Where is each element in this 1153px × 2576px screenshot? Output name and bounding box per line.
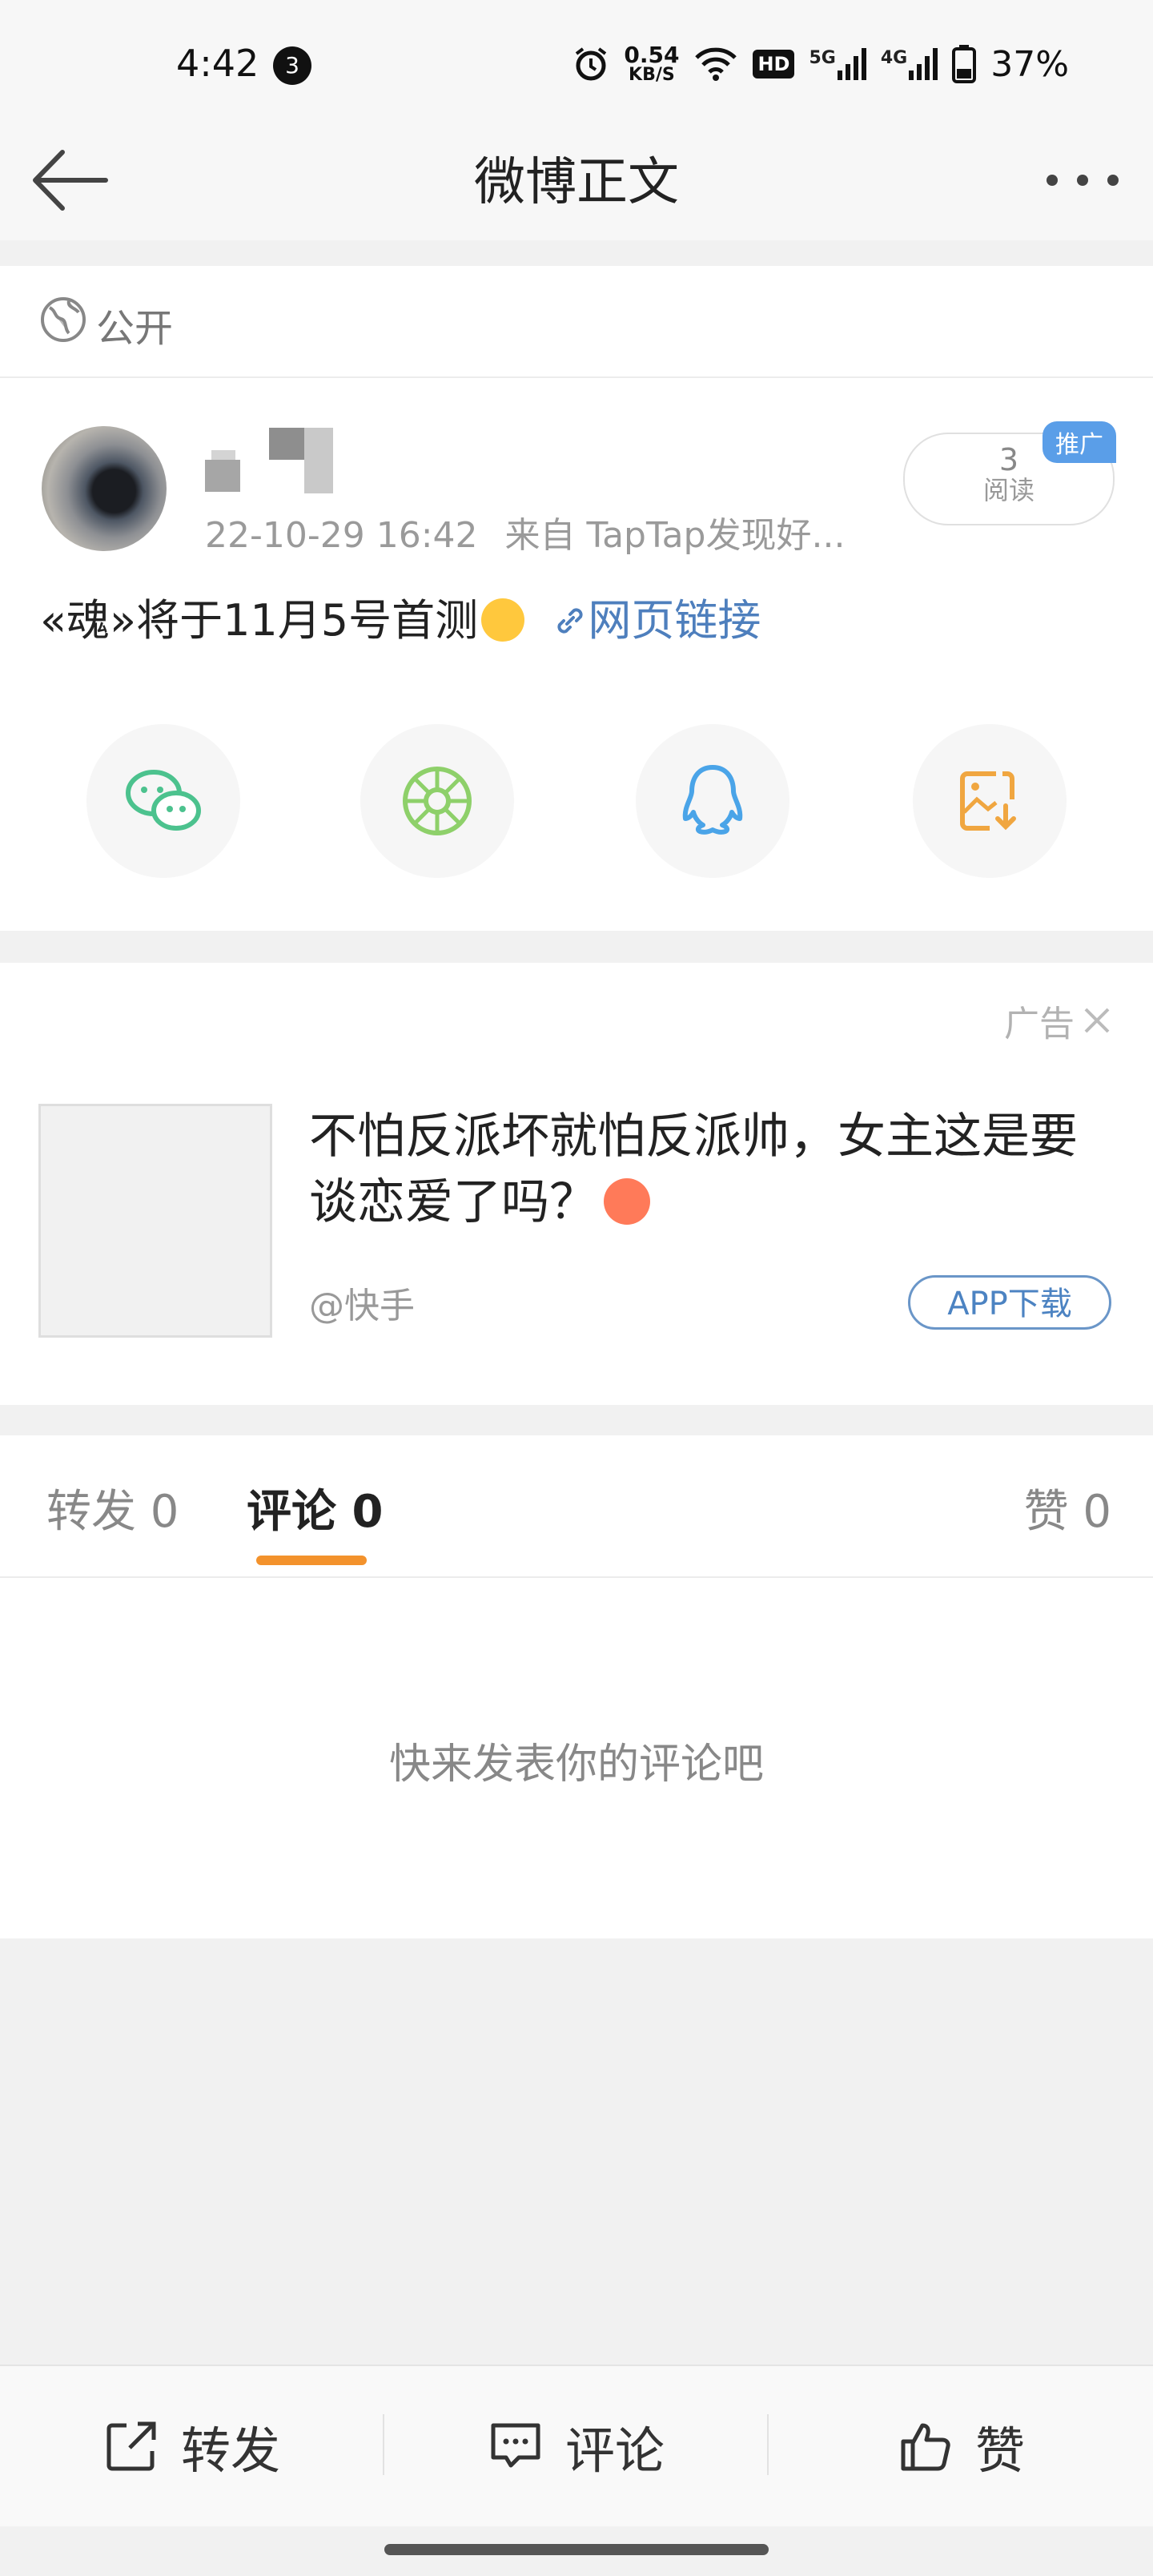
tab-repost[interactable]: 转发 0 (46, 1475, 179, 1540)
blur-block (205, 460, 240, 492)
comment-icon (491, 2423, 540, 2468)
post-meta: 22-10-29 16:42 来自 TapTap发现好... (205, 506, 845, 557)
blur-block (269, 428, 304, 460)
home-indicator[interactable] (384, 2544, 769, 2555)
status-bar: 4:42 3 0.54 KB/S HD 5G 4G 37% (0, 0, 1153, 120)
notification-count-badge: 3 (273, 46, 311, 85)
username-blurred[interactable] (205, 428, 389, 500)
post-source[interactable]: 来自 TapTap发现好... (505, 515, 846, 556)
wifi-icon (693, 46, 738, 82)
post-body: «魂»将于11月5号首测 (40, 595, 479, 646)
active-tab-indicator (256, 1556, 367, 1565)
visibility-bar: 公开 (0, 266, 1153, 378)
share-wechat-button[interactable] (86, 724, 240, 878)
save-image-button[interactable] (913, 724, 1067, 878)
ad-label-text: 广告 (1004, 1004, 1075, 1044)
bottom-action-bar: 转发 评论 赞 (0, 2365, 1153, 2526)
blur-block (304, 428, 333, 493)
comment-button[interactable]: 评论 (384, 2366, 767, 2526)
visibility-label: 公开 (96, 306, 174, 351)
share-qq-button[interactable] (636, 724, 789, 878)
web-link[interactable]: 网页链接 (552, 595, 761, 646)
globe-icon (40, 296, 86, 346)
ad-card[interactable]: 广告 不怕反派坏就怕反派帅，女主这是要谈恋爱了吗？ @快手 APP下载 (0, 963, 1153, 1405)
read-count-box[interactable]: 3 阅读 推广 (903, 421, 1116, 525)
like-button[interactable]: 赞 (769, 2366, 1153, 2526)
thumbs-up-icon (901, 2423, 950, 2471)
nav-bar: 微博正文 (0, 120, 1153, 240)
repost-button[interactable]: 转发 (0, 2366, 383, 2526)
save-image-icon (960, 771, 1016, 831)
moments-icon (403, 767, 472, 835)
interaction-tabs: 转发 0 评论 0 赞 0 (0, 1435, 1153, 1578)
ad-source: @快手 (309, 1286, 415, 1326)
signal-4g-label: 4G (880, 48, 908, 68)
web-link-label: 网页链接 (588, 595, 761, 646)
empty-comments-text: 快来发表你的评论吧 (388, 1741, 764, 1789)
qq-icon (682, 765, 743, 835)
tab-comment[interactable]: 评论 0 (247, 1475, 383, 1540)
hd-icon: HD (753, 50, 795, 78)
ad-title-text: 不怕反派坏就怕反派帅，女主这是要谈恋爱了吗？ (309, 1109, 1078, 1230)
post-time: 22-10-29 16:42 (205, 515, 478, 556)
comment-label: 评论 (564, 2421, 665, 2480)
alarm-icon (572, 46, 609, 83)
network-speed: 0.54 KB/S (624, 44, 679, 84)
status-time: 4:42 (176, 42, 259, 85)
signal-5g-label: 5G (809, 48, 836, 68)
share-moments-button[interactable] (360, 724, 514, 878)
ad-title[interactable]: 不怕反派坏就怕反派帅，女主这是要谈恋爱了吗？ (309, 1104, 1110, 1235)
post-text: «魂»将于11月5号首测 网页链接 (40, 585, 761, 648)
more-dots-icon (1047, 175, 1119, 186)
comments-area: 快来发表你的评论吧 (0, 1578, 1153, 1938)
app-download-button[interactable]: APP下载 (908, 1275, 1111, 1330)
battery-icon (952, 45, 977, 83)
read-label: 阅读 (982, 475, 1034, 505)
ad-image[interactable] (38, 1104, 272, 1338)
battery-percent: 37% (990, 43, 1069, 85)
avatar[interactable] (42, 426, 167, 551)
ad-label[interactable]: 广告 (1004, 995, 1113, 1046)
status-icons: 0.54 KB/S HD 5G 4G 37% (572, 40, 1069, 88)
share-row (0, 724, 1153, 884)
post-card: 22-10-29 16:42 来自 TapTap发现好... 3 阅读 推广 «魂… (0, 378, 1153, 931)
page-title: 微博正文 (474, 153, 679, 212)
more-button[interactable] (1041, 152, 1124, 208)
signal-5g-icon: 5G (809, 48, 866, 80)
network-speed-unit: KB/S (629, 65, 675, 85)
shushing-emoji-icon (481, 598, 525, 642)
close-icon[interactable] (1081, 1004, 1113, 1036)
heart-eyes-emoji-icon (604, 1178, 650, 1225)
wechat-icon (126, 770, 201, 831)
repost-label: 转发 (180, 2421, 280, 2480)
promo-badge: 推广 (1043, 421, 1116, 463)
tab-like[interactable]: 赞 0 (1024, 1475, 1111, 1540)
share-out-icon (106, 2421, 156, 2471)
link-icon (557, 608, 583, 634)
network-speed-value: 0.54 (624, 42, 680, 68)
signal-4g-icon: 4G (881, 48, 938, 80)
like-label: 赞 (974, 2421, 1025, 2480)
